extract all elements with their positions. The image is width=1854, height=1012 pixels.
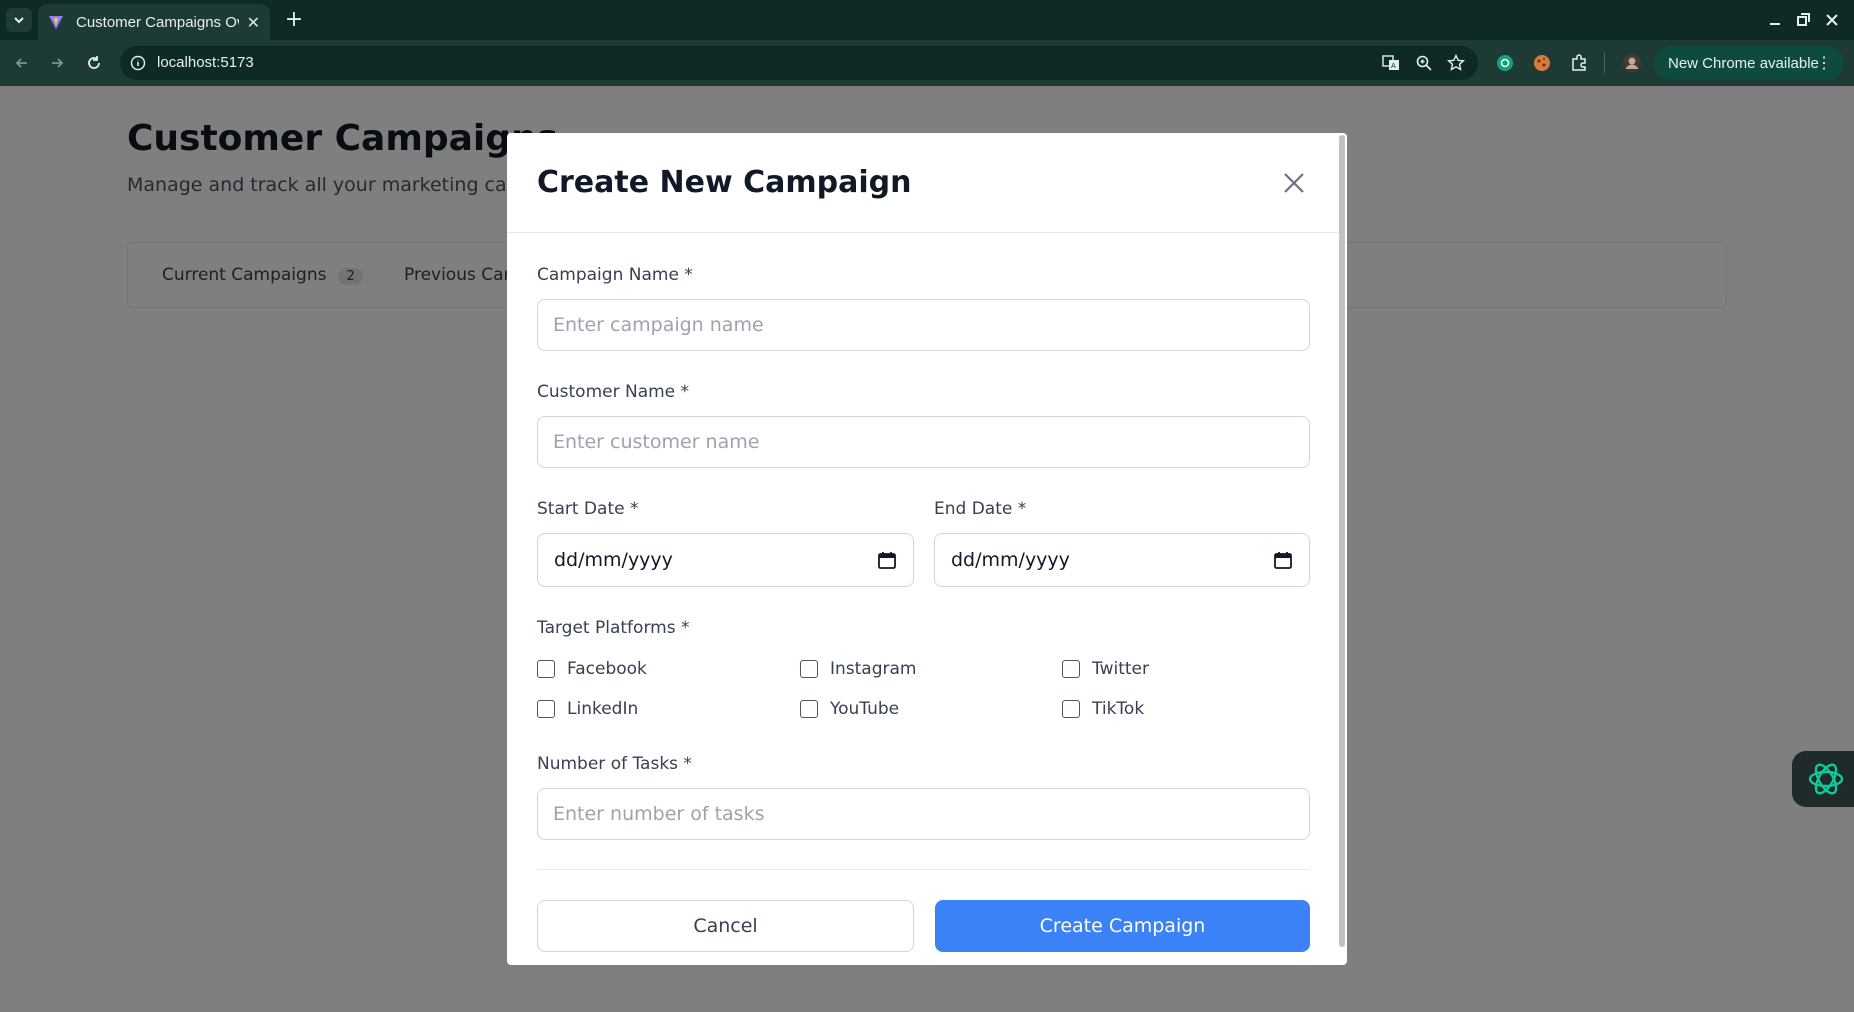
openai-logo-icon — [1808, 763, 1844, 795]
close-window-icon[interactable] — [1822, 10, 1842, 30]
tab-search-button[interactable] — [6, 8, 32, 32]
browser-tab-strip: Customer Campaigns Ov ✕ + — [0, 0, 1854, 40]
target-platforms-label: Target Platforms * — [537, 618, 690, 638]
profile-avatar-icon[interactable] — [1622, 53, 1642, 73]
platform-checkbox-instagram[interactable]: Instagram — [800, 659, 917, 679]
campaign-name-input[interactable] — [537, 299, 1310, 351]
platform-checkbox-facebook[interactable]: Facebook — [537, 659, 647, 679]
reload-icon — [88, 56, 100, 69]
new-tab-button[interactable]: + — [282, 8, 306, 32]
url-text: localhost:5173 — [157, 54, 254, 71]
platform-label: YouTube — [830, 699, 900, 719]
checkbox[interactable] — [1062, 700, 1080, 718]
forward-button[interactable] — [47, 53, 67, 73]
create-campaign-button[interactable]: Create Campaign — [935, 900, 1310, 952]
reload-button[interactable] — [84, 53, 104, 73]
create-campaign-modal: Create New Campaign Campaign Name * Cust… — [507, 133, 1347, 965]
minimize-icon[interactable] — [1765, 10, 1785, 30]
modal-header: Create New Campaign — [507, 133, 1339, 233]
end-date-input[interactable]: dd/mm/yyyy — [934, 533, 1310, 587]
chevron-down-icon — [14, 17, 24, 24]
end-date-value: dd/mm/yyyy — [951, 549, 1070, 571]
platform-label: Twitter — [1092, 659, 1149, 679]
svg-text:A: A — [1391, 62, 1396, 70]
modal-scrollbar[interactable] — [1339, 135, 1345, 947]
cancel-button[interactable]: Cancel — [537, 900, 914, 952]
tab-close-icon[interactable]: ✕ — [247, 13, 260, 32]
checkbox[interactable] — [800, 700, 818, 718]
close-icon — [1284, 173, 1304, 193]
extension-cookie-icon[interactable] — [1532, 53, 1552, 73]
site-info-icon[interactable] — [130, 55, 146, 71]
chrome-update-label: New Chrome available — [1668, 54, 1819, 72]
toolbar-separator — [1604, 53, 1605, 73]
start-date-value: dd/mm/yyyy — [554, 549, 673, 571]
platform-label: Instagram — [830, 659, 917, 679]
back-button[interactable] — [12, 53, 32, 73]
zoom-icon[interactable] — [1415, 54, 1433, 72]
calendar-icon[interactable] — [877, 550, 897, 570]
platform-checkbox-tiktok[interactable]: TikTok — [1062, 699, 1144, 719]
platform-label: TikTok — [1092, 699, 1145, 719]
platform-checkbox-youtube[interactable]: YouTube — [800, 699, 899, 719]
extensions-puzzle-icon[interactable] — [1569, 53, 1589, 73]
vite-logo-icon — [49, 16, 63, 29]
number-of-tasks-label: Number of Tasks * — [537, 754, 692, 774]
checkbox[interactable] — [800, 660, 818, 678]
platform-label: LinkedIn — [567, 699, 639, 719]
platform-checkbox-linkedin[interactable]: LinkedIn — [537, 699, 638, 719]
address-bar[interactable]: localhost:5173 A — [120, 46, 1478, 80]
arrow-right-icon — [52, 58, 64, 68]
calendar-icon[interactable] — [1273, 550, 1293, 570]
checkbox[interactable] — [537, 660, 555, 678]
extension-openai-icon[interactable] — [1495, 53, 1515, 73]
modal-close-button[interactable] — [1280, 169, 1308, 197]
number-of-tasks-input[interactable] — [537, 788, 1310, 840]
checkbox[interactable] — [537, 700, 555, 718]
customer-name-label: Customer Name * — [537, 382, 690, 402]
campaign-name-label: Campaign Name * — [537, 265, 693, 285]
customer-name-input[interactable] — [537, 416, 1310, 468]
tab-title: Customer Campaigns Ov — [76, 13, 239, 31]
start-date-input[interactable]: dd/mm/yyyy — [537, 533, 914, 587]
start-date-label: Start Date * — [537, 499, 639, 519]
bookmark-star-icon[interactable] — [1447, 54, 1465, 72]
arrow-left-icon — [15, 58, 27, 68]
checkbox[interactable] — [1062, 660, 1080, 678]
platform-checkbox-twitter[interactable]: Twitter — [1062, 659, 1149, 679]
browser-toolbar: localhost:5173 A New Chrome available ⋮ — [0, 40, 1854, 86]
browser-tab-active[interactable]: Customer Campaigns Ov ✕ — [38, 4, 270, 40]
ai-assistant-button[interactable] — [1792, 751, 1854, 807]
footer-divider — [537, 869, 1309, 870]
more-vert-icon[interactable]: ⋮ — [1816, 53, 1832, 73]
modal-title: Create New Campaign — [537, 165, 912, 200]
platform-label: Facebook — [567, 659, 647, 679]
chrome-update-button[interactable]: New Chrome available ⋮ — [1654, 46, 1844, 80]
end-date-label: End Date * — [934, 499, 1027, 519]
translate-icon[interactable]: A — [1382, 54, 1400, 72]
restore-icon[interactable] — [1793, 10, 1813, 30]
